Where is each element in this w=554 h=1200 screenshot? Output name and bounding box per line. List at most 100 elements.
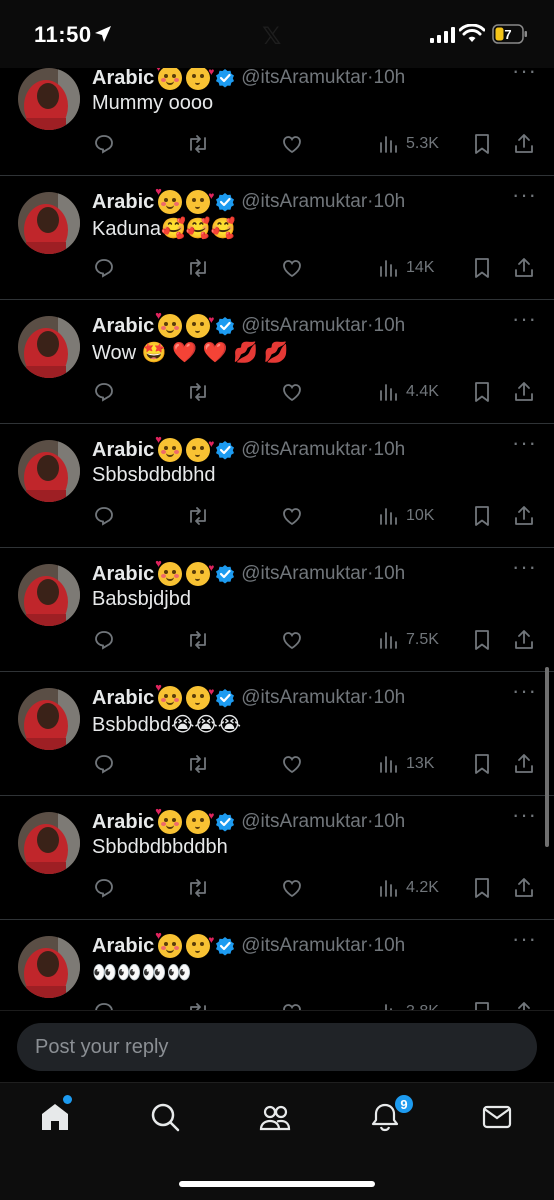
nav-home[interactable]	[39, 1095, 75, 1137]
like-button[interactable]	[280, 626, 304, 654]
more-options-icon[interactable]: ···	[512, 804, 537, 826]
avatar[interactable]	[18, 936, 80, 998]
tweet[interactable]: Arabic ♥ ♥ @itsAramuktar ·10h ··· Sbbdbd…	[0, 796, 554, 920]
tweet[interactable]: Arabic ♥ ♥ @itsAramuktar ·10h ··· Wow 🤩 …	[0, 300, 554, 424]
like-button[interactable]	[280, 254, 304, 282]
battery-icon: 7	[492, 24, 527, 44]
share-button[interactable]	[512, 254, 536, 282]
bookmark-button[interactable]	[470, 874, 494, 902]
tweet-handle[interactable]: @itsAramuktar	[241, 687, 367, 709]
tweet-author-name[interactable]: Arabic	[92, 687, 154, 710]
views-count[interactable]: 3.8K	[376, 998, 439, 1010]
reply-button[interactable]	[92, 378, 116, 406]
views-count[interactable]: 10K	[376, 502, 434, 530]
views-count[interactable]: 4.2K	[376, 874, 439, 902]
bookmark-button[interactable]	[470, 998, 494, 1010]
share-button[interactable]	[512, 626, 536, 654]
share-button[interactable]	[512, 874, 536, 902]
scrollbar[interactable]	[545, 667, 549, 847]
views-count[interactable]: 14K	[376, 254, 434, 282]
avatar[interactable]	[18, 316, 80, 378]
bookmark-button[interactable]	[470, 502, 494, 530]
tweet-handle[interactable]: @itsAramuktar	[241, 191, 367, 213]
retweet-button[interactable]	[186, 130, 210, 158]
avatar[interactable]	[18, 192, 80, 254]
avatar[interactable]	[18, 688, 80, 750]
views-count[interactable]: 4.4K	[376, 378, 439, 406]
retweet-button[interactable]	[186, 874, 210, 902]
bookmark-button[interactable]	[470, 130, 494, 158]
views-count[interactable]: 5.3K	[376, 130, 439, 158]
like-button[interactable]	[280, 998, 304, 1010]
bookmark-button[interactable]	[470, 254, 494, 282]
retweet-button[interactable]	[186, 626, 210, 654]
share-button[interactable]	[512, 378, 536, 406]
bookmark-button[interactable]	[470, 750, 494, 778]
views-count[interactable]: 7.5K	[376, 626, 439, 654]
more-options-icon[interactable]: ···	[512, 308, 537, 330]
tweet[interactable]: Arabic ♥ ♥ @itsAramuktar ·10h ··· Bsbbdb…	[0, 672, 554, 796]
nav-messages[interactable]	[481, 1101, 517, 1137]
like-button[interactable]	[280, 502, 304, 530]
tweet-author-name[interactable]: Arabic	[92, 439, 154, 462]
tweet-handle[interactable]: @itsAramuktar	[241, 315, 367, 337]
tweet-author-name[interactable]: Arabic	[92, 67, 154, 90]
reply-button[interactable]	[92, 254, 116, 282]
tweet[interactable]: Arabic ♥ ♥ @itsAramuktar ·10h ··· Sbbsbd…	[0, 424, 554, 548]
tweet-handle[interactable]: @itsAramuktar	[241, 935, 367, 957]
tweet-author-name[interactable]: Arabic	[92, 563, 154, 586]
more-options-icon[interactable]: ···	[512, 184, 537, 206]
like-button[interactable]	[280, 130, 304, 158]
tweet-author-name[interactable]: Arabic	[92, 315, 154, 338]
tweet-author-name[interactable]: Arabic	[92, 935, 154, 958]
bookmark-button[interactable]	[470, 626, 494, 654]
more-options-icon[interactable]: ···	[512, 432, 537, 454]
smiling-hearts-emoji-icon: ♥	[155, 558, 183, 586]
reply-button[interactable]	[92, 502, 116, 530]
share-button[interactable]	[512, 750, 536, 778]
retweet-button[interactable]	[186, 750, 210, 778]
avatar[interactable]	[18, 564, 80, 626]
share-button[interactable]	[512, 130, 536, 158]
timeline-feed[interactable]: Arabic ♥ ♥ @itsAramuktar ·10h ··· Mummy …	[0, 52, 554, 1010]
reply-input[interactable]	[17, 1023, 537, 1071]
tweet[interactable]: Arabic ♥ ♥ @itsAramuktar ·10h ··· Mummy …	[0, 52, 554, 176]
avatar[interactable]	[18, 812, 80, 874]
tweet-handle[interactable]: @itsAramuktar	[241, 439, 367, 461]
more-options-icon[interactable]: ···	[512, 928, 537, 950]
share-button[interactable]	[512, 502, 536, 530]
like-button[interactable]	[280, 750, 304, 778]
nav-search[interactable]	[149, 1101, 185, 1137]
views-count[interactable]: 13K	[376, 750, 434, 778]
tweet[interactable]: Arabic ♥ ♥ @itsAramuktar ·10h ··· Kaduna…	[0, 176, 554, 300]
bookmark-button[interactable]	[470, 378, 494, 406]
retweet-button[interactable]	[186, 502, 210, 530]
more-options-icon[interactable]: ···	[512, 556, 537, 578]
avatar[interactable]	[18, 68, 80, 130]
reply-button[interactable]	[92, 750, 116, 778]
retweet-button[interactable]	[186, 378, 210, 406]
like-button[interactable]	[280, 378, 304, 406]
reply-button[interactable]	[92, 130, 116, 158]
reply-button[interactable]	[92, 874, 116, 902]
avatar[interactable]	[18, 440, 80, 502]
share-button[interactable]	[512, 998, 536, 1010]
nav-notifications[interactable]: 9	[369, 1093, 415, 1137]
tweet-handle[interactable]: @itsAramuktar	[241, 811, 367, 833]
home-indicator[interactable]	[179, 1181, 375, 1187]
tweet-handle[interactable]: @itsAramuktar	[241, 563, 367, 585]
reply-button[interactable]	[92, 998, 116, 1010]
bookmark-icon	[475, 630, 489, 650]
reply-button[interactable]	[92, 626, 116, 654]
like-button[interactable]	[280, 874, 304, 902]
tweet-handle[interactable]: @itsAramuktar	[241, 67, 367, 89]
tweet[interactable]: Arabic ♥ ♥ @itsAramuktar ·10h ··· Babsbj…	[0, 548, 554, 672]
more-options-icon[interactable]: ···	[512, 680, 537, 702]
tweet-author-name[interactable]: Arabic	[92, 191, 154, 214]
retweet-button[interactable]	[186, 254, 210, 282]
nav-communities[interactable]	[259, 1101, 295, 1137]
reply-icon	[95, 1003, 113, 1010]
tweet[interactable]: Arabic ♥ ♥ @itsAramuktar ·10h ··· 👀👀👀👀 3…	[0, 920, 554, 1010]
retweet-button[interactable]	[186, 998, 210, 1010]
tweet-author-name[interactable]: Arabic	[92, 811, 154, 834]
